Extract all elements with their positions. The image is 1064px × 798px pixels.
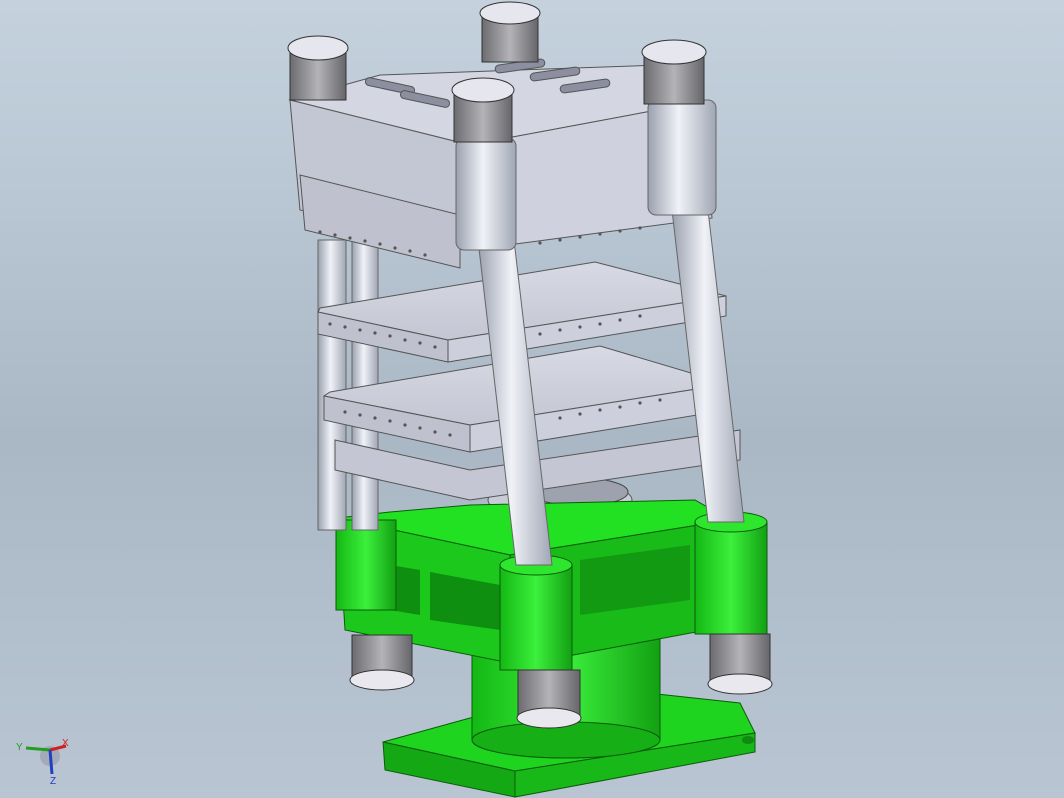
triad-z-label: Z — [50, 776, 56, 786]
top-nut-left[interactable] — [287, 35, 349, 101]
coordinate-triad-icon: Y X Z — [16, 738, 69, 786]
triad-x-label: X — [62, 738, 69, 749]
top-nut-front[interactable] — [451, 77, 515, 143]
bottom-nut-right[interactable] — [707, 633, 773, 695]
column-sleeve-front[interactable] — [499, 554, 573, 671]
column-sleeve-left[interactable] — [335, 519, 397, 611]
top-nut-back[interactable] — [479, 1, 541, 63]
bottom-nut-left[interactable] — [349, 634, 415, 691]
triad-y-label: Y — [16, 742, 23, 753]
top-nut-right[interactable] — [641, 39, 707, 105]
graphics-viewport[interactable]: Y X Z — [0, 0, 1064, 798]
column-sleeve-right[interactable] — [694, 511, 768, 635]
bottom-nut-front[interactable] — [516, 669, 582, 729]
hydraulic-press-model[interactable] — [0, 0, 1064, 798]
